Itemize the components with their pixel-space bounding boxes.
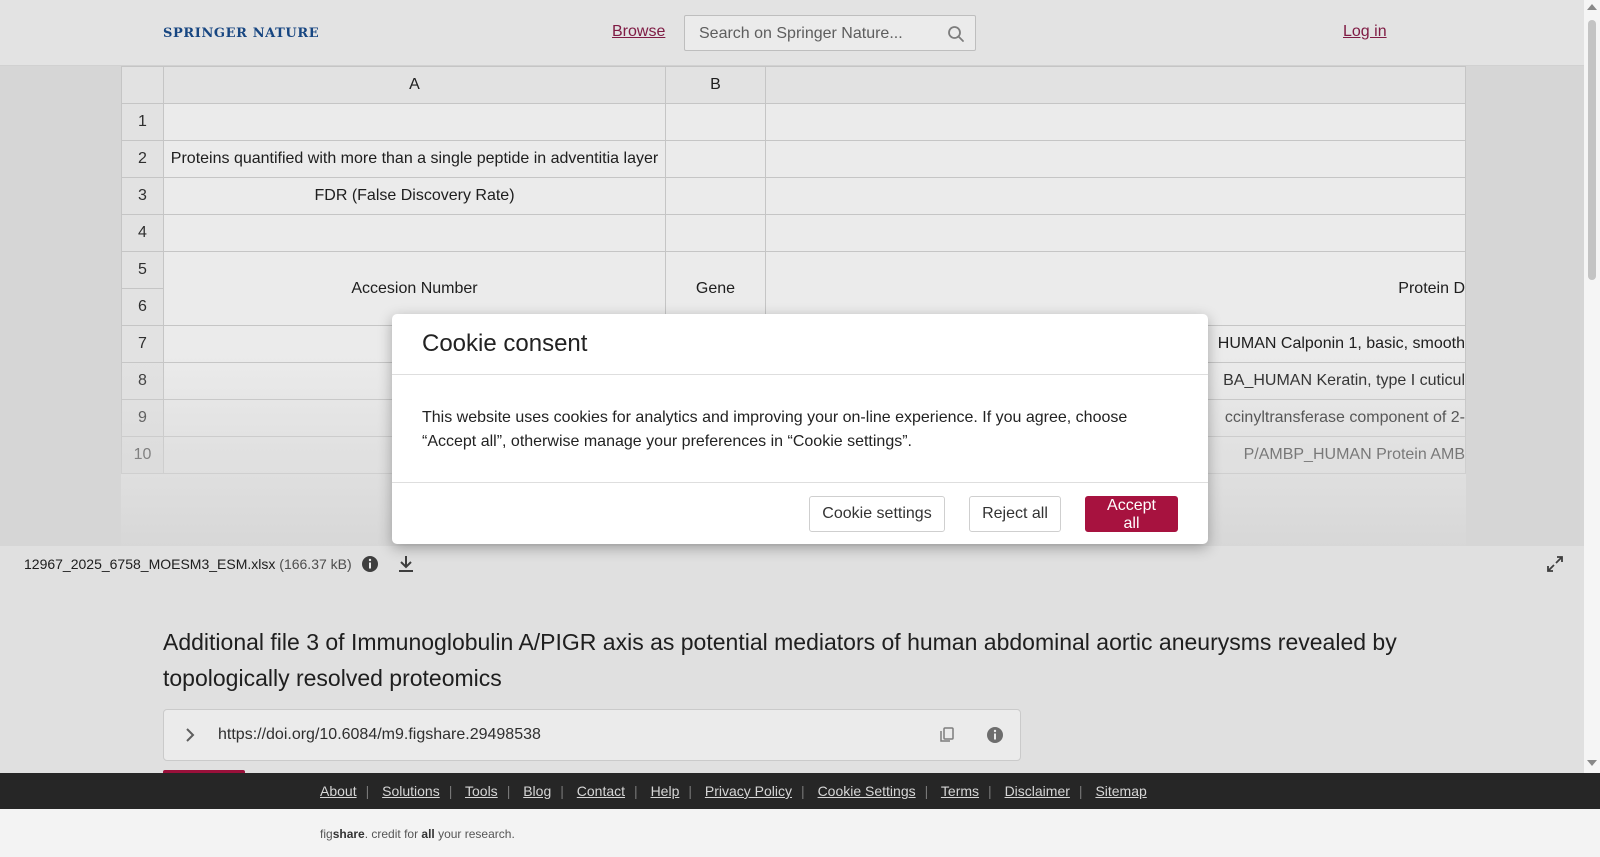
footer-link-privacy-policy[interactable]: Privacy Policy bbox=[705, 783, 792, 799]
footer-link-contact[interactable]: Contact bbox=[577, 783, 625, 799]
footer-link-disclaimer[interactable]: Disclaimer bbox=[1005, 783, 1070, 799]
divider bbox=[392, 374, 1208, 375]
footer-link-sitemap[interactable]: Sitemap bbox=[1095, 783, 1146, 799]
tagline-mid: . credit for bbox=[364, 827, 422, 841]
scrollbar-thumb[interactable] bbox=[1588, 20, 1596, 280]
footer-link-blog[interactable]: Blog bbox=[523, 783, 551, 799]
separator: | bbox=[801, 783, 805, 799]
separator: | bbox=[448, 783, 453, 799]
footer-tagline: figshare. credit for all your research. bbox=[0, 809, 1600, 857]
accept-all-button[interactable]: Accept all bbox=[1085, 496, 1178, 532]
footer-link-tools[interactable]: Tools bbox=[465, 783, 498, 799]
divider bbox=[392, 482, 1208, 483]
separator: | bbox=[506, 783, 511, 799]
separator: | bbox=[688, 783, 692, 799]
separator: | bbox=[924, 783, 929, 799]
footer-link-about[interactable]: About bbox=[320, 783, 357, 799]
separator: | bbox=[560, 783, 564, 799]
footer-link-solutions[interactable]: Solutions bbox=[382, 783, 440, 799]
cookie-consent-dialog: Cookie consent This website uses cookies… bbox=[392, 314, 1208, 544]
separator: | bbox=[988, 783, 992, 799]
reject-all-button[interactable]: Reject all bbox=[969, 496, 1061, 532]
footer-link-help[interactable]: Help bbox=[651, 783, 680, 799]
separator: | bbox=[1078, 783, 1083, 799]
cookie-settings-button[interactable]: Cookie settings bbox=[809, 496, 945, 532]
scroll-down-arrow[interactable] bbox=[1587, 760, 1597, 766]
footer-links: About | Solutions | Tools | Blog | Contact | … bbox=[320, 783, 1147, 799]
scroll-up-arrow[interactable] bbox=[1587, 4, 1597, 10]
figshare-tagline: figshare. credit for all your research. bbox=[320, 827, 515, 841]
footer-link-cookie-settings[interactable]: Cookie Settings bbox=[818, 783, 916, 799]
cookie-dialog-title: Cookie consent bbox=[422, 330, 588, 357]
tagline-fig: fig bbox=[320, 827, 333, 841]
tagline-all: all bbox=[421, 827, 435, 841]
tagline-share: share bbox=[332, 827, 365, 841]
footer-nav: About | Solutions | Tools | Blog | Contact | … bbox=[0, 773, 1600, 809]
separator: | bbox=[634, 783, 638, 799]
footer-link-terms[interactable]: Terms bbox=[941, 783, 979, 799]
cookie-dialog-text: This website uses cookies for analytics … bbox=[422, 409, 1128, 450]
page-scrollbar[interactable] bbox=[1584, 0, 1600, 773]
separator: | bbox=[365, 783, 370, 799]
tagline-end: your research. bbox=[434, 827, 515, 841]
